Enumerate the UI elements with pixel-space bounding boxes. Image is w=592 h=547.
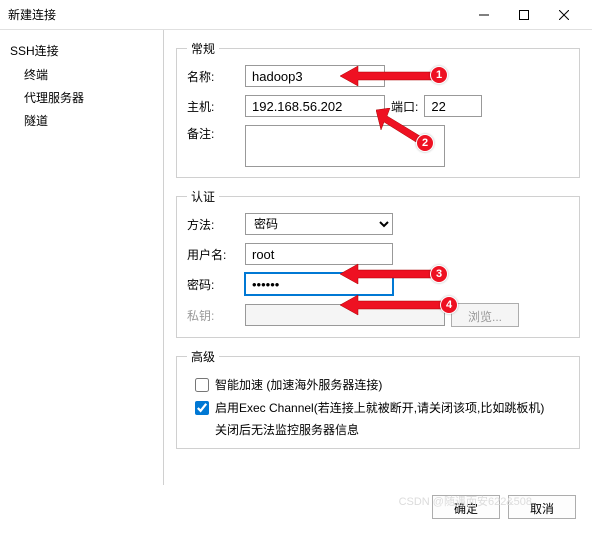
accel-label: 智能加速 (加速海外服务器连接) bbox=[215, 376, 382, 393]
ok-button[interactable]: 确定 bbox=[432, 495, 500, 519]
host-label: 主机: bbox=[187, 98, 239, 115]
minimize-button[interactable] bbox=[464, 1, 504, 29]
user-label: 用户名: bbox=[187, 246, 239, 263]
exec-checkbox[interactable] bbox=[195, 401, 209, 415]
method-select[interactable]: 密码 bbox=[245, 213, 393, 235]
accel-checkbox-row[interactable]: 智能加速 (加速海外服务器连接) bbox=[187, 373, 569, 396]
method-label: 方法: bbox=[187, 216, 239, 233]
notes-label: 备注: bbox=[187, 125, 239, 142]
general-legend: 常规 bbox=[187, 40, 219, 57]
footer: 确定 取消 bbox=[0, 485, 592, 529]
titlebar: 新建连接 bbox=[0, 0, 592, 30]
notes-input[interactable] bbox=[245, 125, 445, 167]
name-label: 名称: bbox=[187, 68, 239, 85]
exec-note: 关闭后无法监控服务器信息 bbox=[187, 421, 569, 438]
auth-legend: 认证 bbox=[187, 188, 219, 205]
browse-button: 浏览... bbox=[451, 303, 519, 327]
port-input[interactable] bbox=[424, 95, 482, 117]
pass-label: 密码: bbox=[187, 276, 239, 293]
accel-checkbox[interactable] bbox=[195, 378, 209, 392]
general-group: 常规 名称: 主机: 端口: 备注: bbox=[176, 40, 580, 178]
sidebar-item-terminal[interactable]: 终端 bbox=[4, 63, 159, 86]
close-button[interactable] bbox=[544, 1, 584, 29]
maximize-button[interactable] bbox=[504, 1, 544, 29]
cancel-button[interactable]: 取消 bbox=[508, 495, 576, 519]
window-controls bbox=[464, 1, 584, 29]
main-panel: 常规 名称: 主机: 端口: 备注: 认证 方法: 密码 bbox=[164, 30, 592, 485]
auth-group: 认证 方法: 密码 用户名: 密码: 私钥: 浏览... bbox=[176, 188, 580, 338]
advanced-legend: 高级 bbox=[187, 348, 219, 365]
sidebar: SSH连接 终端 代理服务器 隧道 bbox=[0, 30, 164, 485]
name-input[interactable] bbox=[245, 65, 385, 87]
exec-label: 启用Exec Channel(若连接上就被断开,请关闭该项,比如跳板机) bbox=[215, 399, 544, 416]
sidebar-item-proxy[interactable]: 代理服务器 bbox=[4, 86, 159, 109]
sidebar-item-tunnel[interactable]: 隧道 bbox=[4, 109, 159, 132]
host-input[interactable] bbox=[245, 95, 385, 117]
username-input[interactable] bbox=[245, 243, 393, 265]
exec-checkbox-row[interactable]: 启用Exec Channel(若连接上就被断开,请关闭该项,比如跳板机) bbox=[187, 396, 569, 419]
dialog-body: SSH连接 终端 代理服务器 隧道 常规 名称: 主机: 端口: 备注: 认 bbox=[0, 30, 592, 485]
window-title: 新建连接 bbox=[8, 6, 464, 23]
sidebar-header: SSH连接 bbox=[4, 38, 159, 63]
key-label: 私钥: bbox=[187, 307, 239, 324]
advanced-group: 高级 智能加速 (加速海外服务器连接) 启用Exec Channel(若连接上就… bbox=[176, 348, 580, 449]
password-input[interactable] bbox=[245, 273, 393, 295]
key-input bbox=[245, 304, 445, 326]
port-label: 端口: bbox=[391, 98, 418, 115]
